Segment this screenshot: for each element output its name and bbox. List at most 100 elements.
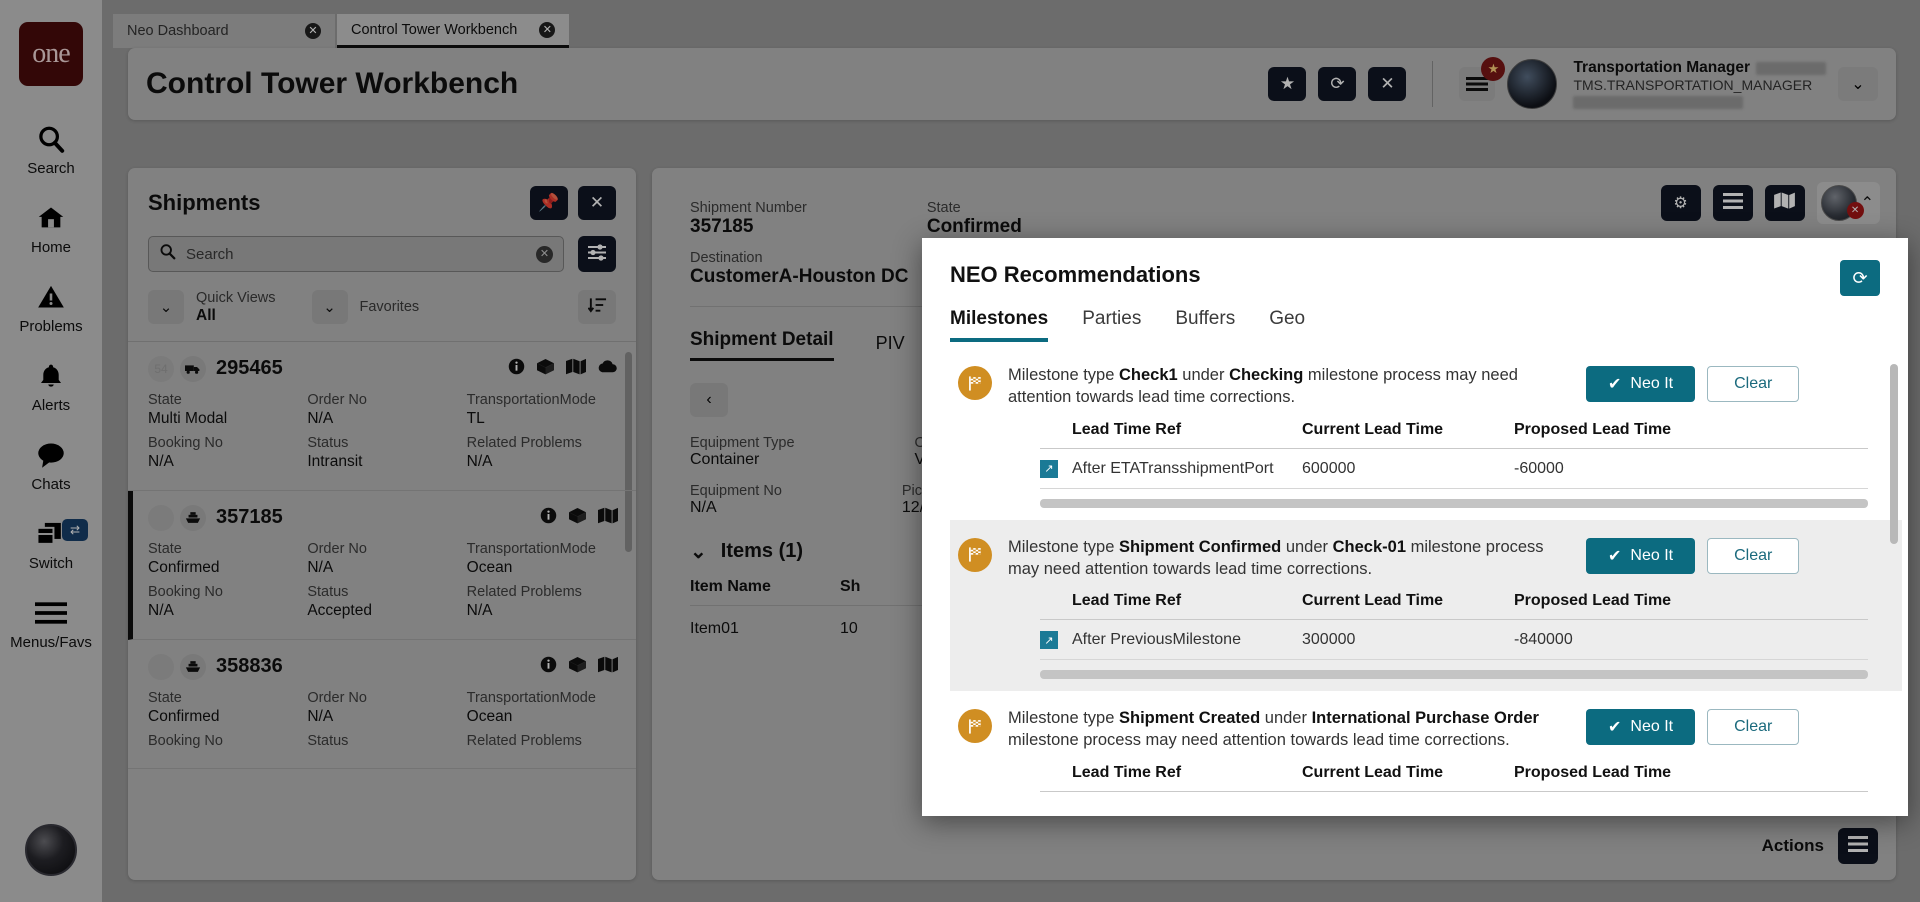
external-link-icon[interactable]: ↗ xyxy=(1040,631,1058,649)
pin-button[interactable]: 📌 xyxy=(530,186,568,220)
field-order-no: Order NoN/A xyxy=(307,391,458,429)
refresh-button[interactable]: ⟳ xyxy=(1318,67,1356,101)
field-label: Equipment Type xyxy=(690,435,795,451)
close-icon[interactable]: ✕ xyxy=(305,23,321,39)
shipment-id[interactable]: 357185 xyxy=(216,506,283,529)
avatar[interactable] xyxy=(1507,59,1557,109)
field-related-problems: Related ProblemsN/A xyxy=(467,583,618,621)
recommendation-buttons: ✔Neo It Clear xyxy=(1586,366,1799,402)
neo-it-button[interactable]: ✔Neo It xyxy=(1586,366,1695,402)
favorite-button[interactable]: ★ xyxy=(1268,67,1306,101)
box-icon[interactable] xyxy=(536,358,555,380)
rail-item-alerts[interactable]: Alerts xyxy=(0,345,102,424)
shipments-panel-buttons: 📌 ✕ xyxy=(530,186,616,220)
table-horizontal-scrollbar[interactable] xyxy=(1040,670,1868,679)
shipment-id[interactable]: 295465 xyxy=(216,357,283,380)
user-menu-caret[interactable]: ⌄ xyxy=(1838,67,1878,101)
box-icon[interactable] xyxy=(568,507,587,529)
neo-assistant-button[interactable]: ✕ ⌃ xyxy=(1817,182,1880,224)
switch-badge-icon[interactable]: ⇄ xyxy=(62,519,88,541)
list-view-button[interactable] xyxy=(1713,185,1753,221)
list-item[interactable]: 54 295465 StateMulti Modal Order NoN/A xyxy=(128,342,636,491)
table-row[interactable]: ↗ After ETATransshipmentPort 600000 -600… xyxy=(1040,449,1868,489)
close-button[interactable]: ✕ xyxy=(1368,67,1406,101)
user-name: Transportation Manager xyxy=(1573,59,1750,77)
rail-label-home: Home xyxy=(31,239,71,256)
clear-button[interactable]: Clear xyxy=(1707,366,1799,402)
field-value: Confirmed xyxy=(148,558,299,577)
field-value: Ocean xyxy=(467,558,618,577)
field-label: Status xyxy=(307,434,458,452)
dialog-refresh-button[interactable]: ⟳ xyxy=(1840,260,1880,296)
tab-control-tower-workbench[interactable]: Control Tower Workbench ✕ xyxy=(337,14,569,48)
header-menu[interactable]: ★ xyxy=(1459,67,1495,101)
assistant-orb-container[interactable] xyxy=(25,824,77,876)
field-value: N/A xyxy=(690,499,782,517)
sort-button[interactable] xyxy=(578,290,616,324)
neo-recommendations-dialog: NEO Recommendations ⟳ Milestones Parties… xyxy=(922,238,1908,816)
shipments-close-button[interactable]: ✕ xyxy=(578,186,616,220)
rail-item-menus-favs[interactable]: Menus/Favs xyxy=(0,582,102,661)
shipment-id[interactable]: 358836 xyxy=(216,655,283,678)
clear-search-icon[interactable]: ✕ xyxy=(536,246,553,263)
favorites-dropdown[interactable]: ⌄ xyxy=(312,290,348,324)
user-role: TMS.TRANSPORTATION_MANAGER xyxy=(1573,77,1826,93)
tab-buffers[interactable]: Buffers xyxy=(1175,308,1235,342)
external-link-icon[interactable]: ↗ xyxy=(1040,460,1058,478)
clear-button[interactable]: Clear xyxy=(1707,709,1799,745)
map-icon[interactable] xyxy=(598,507,618,529)
tab-piv[interactable]: PIV xyxy=(876,333,905,361)
filter-button[interactable] xyxy=(578,236,616,272)
cell-proposed-lead-time: -840000 xyxy=(1514,631,1868,649)
field-state: State Confirmed xyxy=(927,200,1022,238)
clear-button[interactable]: Clear xyxy=(1707,538,1799,574)
cloud-icon[interactable] xyxy=(597,359,618,379)
list-item[interactable]: 357185 StateConfirmed Order NoN/A Transp… xyxy=(128,491,636,640)
rail-item-chats[interactable]: Chats xyxy=(0,424,102,503)
info-icon[interactable] xyxy=(508,358,525,380)
info-icon[interactable] xyxy=(540,507,557,529)
rail-label-switch: Switch xyxy=(29,555,73,572)
field-booking-no: Booking NoN/A xyxy=(148,583,299,621)
field-transportation-mode: TransportationModeTL xyxy=(467,391,618,429)
box-icon[interactable] xyxy=(568,656,587,678)
info-icon[interactable] xyxy=(540,656,557,678)
table-row[interactable]: ↗ After PreviousMilestone 300000 -840000 xyxy=(1040,620,1868,660)
bell-icon xyxy=(34,359,68,393)
map-view-button[interactable] xyxy=(1765,185,1805,221)
rail-item-problems[interactable]: Problems xyxy=(0,266,102,345)
map-icon[interactable] xyxy=(598,656,618,678)
actions-menu-button[interactable] xyxy=(1838,828,1878,864)
map-icon[interactable] xyxy=(566,358,586,380)
tab-geo[interactable]: Geo xyxy=(1269,308,1305,342)
assistant-orb-icon[interactable] xyxy=(25,824,77,876)
neo-it-button[interactable]: ✔Neo It xyxy=(1586,709,1695,745)
field-value: N/A xyxy=(307,409,458,428)
tab-shipment-detail[interactable]: Shipment Detail xyxy=(690,329,834,361)
field-booking-no: Booking No xyxy=(148,732,299,750)
tab-parties[interactable]: Parties xyxy=(1082,308,1141,342)
recommendation-text: Milestone type Shipment Confirmed under … xyxy=(1008,536,1568,581)
field-value: N/A xyxy=(467,452,618,471)
app-logo[interactable]: one xyxy=(19,22,83,86)
shipments-list[interactable]: 54 295465 StateMulti Modal Order NoN/A xyxy=(128,342,636,875)
settings-button[interactable]: ⚙ xyxy=(1661,185,1701,221)
collapse-button[interactable]: ‹ xyxy=(690,383,728,417)
dialog-body[interactable]: Milestone type Check1 under Checking mil… xyxy=(922,348,1908,816)
close-icon[interactable]: ✕ xyxy=(539,22,555,38)
quick-views-dropdown[interactable]: ⌄ xyxy=(148,290,184,324)
chevron-down-icon[interactable]: ⌄ xyxy=(690,539,707,564)
rail-item-search[interactable]: Search xyxy=(0,108,102,187)
tab-milestones[interactable]: Milestones xyxy=(950,308,1048,342)
dialog-scrollbar[interactable] xyxy=(1890,364,1898,544)
search-input[interactable]: Search ✕ xyxy=(148,236,564,272)
lead-time-ref-value: After PreviousMilestone xyxy=(1072,631,1241,649)
field-booking-no: Booking NoN/A xyxy=(148,434,299,472)
rail-item-switch[interactable]: ⇄ Switch xyxy=(0,503,102,582)
refresh-icon: ⟳ xyxy=(1330,74,1344,94)
list-item[interactable]: 358836 StateConfirmed Order NoN/A Transp… xyxy=(128,640,636,770)
table-horizontal-scrollbar[interactable] xyxy=(1040,499,1868,508)
rail-item-home[interactable]: Home xyxy=(0,187,102,266)
neo-it-button[interactable]: ✔Neo It xyxy=(1586,538,1695,574)
tab-neo-dashboard[interactable]: Neo Dashboard ✕ xyxy=(113,14,335,48)
